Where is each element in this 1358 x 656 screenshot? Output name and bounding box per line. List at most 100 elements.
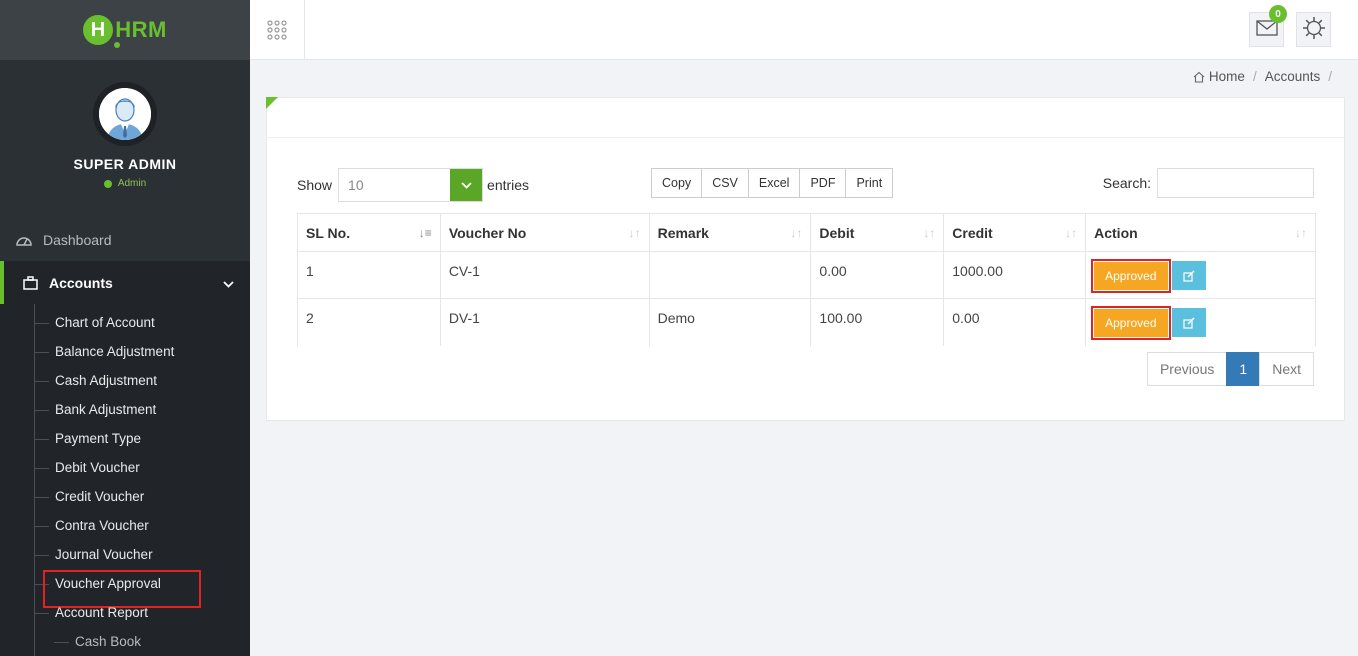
settings-button[interactable]: [1296, 12, 1331, 47]
sort-icon: ↓↑: [628, 226, 641, 240]
submenu-account-report[interactable]: Account Report: [0, 598, 250, 627]
breadcrumb-current[interactable]: Accounts: [1265, 69, 1321, 84]
column-label: Remark: [657, 224, 709, 241]
column-header-action[interactable]: Action ↓↑: [1085, 213, 1316, 252]
cell-credit: 1000.00: [943, 251, 1087, 299]
entries-select-value: 10: [348, 177, 364, 193]
role-label: Admin: [117, 178, 147, 189]
cell-action: Approved: [1085, 298, 1316, 346]
breadcrumb-separator: /: [1252, 69, 1257, 84]
show-label: Show: [297, 177, 333, 193]
gear-icon: [1302, 16, 1326, 43]
submenu-credit-voucher[interactable]: Credit Voucher: [0, 482, 250, 511]
panel-corner-accent: [266, 97, 278, 109]
chevron-down-icon: [223, 275, 234, 291]
approved-button[interactable]: Approved: [1091, 305, 1171, 340]
avatar: [93, 82, 157, 146]
column-label: Action: [1094, 224, 1138, 241]
print-button[interactable]: Print: [845, 168, 894, 198]
breadcrumb-separator: /: [1328, 69, 1332, 84]
apps-grid-icon[interactable]: [250, 0, 305, 60]
cell-credit: 0.00: [943, 298, 1087, 346]
submenu-bank-adjustment[interactable]: Bank Adjustment: [0, 395, 250, 424]
profile-name: SUPER ADMIN: [73, 156, 177, 172]
page-1-button[interactable]: 1: [1226, 352, 1261, 386]
logo-mark: H: [83, 15, 121, 48]
sidebar-item-label: Accounts: [49, 274, 113, 291]
logo-bar: H HRM: [0, 0, 250, 60]
cell-debit: 100.00: [810, 298, 945, 346]
avatar-icon: [99, 88, 151, 140]
column-header-debit[interactable]: Debit ↓↑: [810, 213, 945, 252]
edit-button[interactable]: [1171, 261, 1206, 290]
sort-icon: ↓↑: [1065, 226, 1078, 240]
submenu-journal-voucher[interactable]: Journal Voucher: [0, 540, 250, 569]
edit-button[interactable]: [1171, 308, 1206, 337]
next-page-button[interactable]: Next: [1259, 352, 1314, 386]
sort-asc-icon: ↓≡: [418, 226, 432, 240]
accounts-submenu: Chart of Account Balance Adjustment Cash…: [0, 304, 250, 656]
submenu-voucher-approval[interactable]: Voucher Approval: [0, 569, 250, 608]
sidebar-item-accounts[interactable]: Accounts: [0, 261, 250, 304]
home-icon: [1193, 71, 1205, 83]
chevron-down-icon[interactable]: [450, 169, 483, 201]
cell-action: Approved: [1085, 251, 1316, 299]
sidebar: H HRM SUPER ADMIN Admin Dashboard Accoun…: [0, 0, 250, 656]
mail-button[interactable]: 0: [1249, 5, 1287, 47]
submenu-chart-of-account[interactable]: Chart of Account: [0, 308, 250, 337]
column-label: Debit: [819, 224, 855, 241]
search-input[interactable]: [1157, 168, 1314, 198]
column-label: Voucher No: [448, 224, 527, 241]
user-profile: SUPER ADMIN Admin: [0, 60, 250, 189]
column-label: SL No.: [306, 224, 351, 241]
column-label: Credit: [952, 224, 993, 241]
profile-role: Admin: [0, 178, 250, 189]
search-label: Search:: [1102, 175, 1151, 191]
submenu-balance-adjustment[interactable]: Balance Adjustment: [0, 337, 250, 366]
column-header-remark[interactable]: Remark ↓↑: [648, 213, 812, 252]
breadcrumb: Home / Accounts /: [1193, 69, 1340, 84]
submenu-contra-voucher[interactable]: Contra Voucher: [0, 511, 250, 540]
briefcase-icon: [20, 275, 40, 290]
online-status-dot: [103, 179, 112, 188]
table-row: 2 DV-1 Demo 100.00 0.00 Approved: [297, 298, 1316, 346]
entries-label: entries: [487, 177, 530, 193]
pdf-button[interactable]: PDF: [799, 168, 847, 198]
cell-debit: 0.00: [810, 251, 945, 299]
cell-remark: [648, 251, 812, 299]
submenu-cash-book[interactable]: Cash Book: [0, 627, 250, 656]
submenu-debit-voucher[interactable]: Debit Voucher: [0, 453, 250, 482]
column-header-sl[interactable]: SL No. ↓≡: [297, 213, 441, 252]
action-group: Approved: [1091, 258, 1315, 293]
column-header-credit[interactable]: Credit ↓↑: [943, 213, 1087, 252]
entries-select[interactable]: 10: [338, 168, 484, 202]
table-header-row: SL No. ↓≡ Voucher No ↓↑ Remark ↓↑ Debit ↓↑ C…: [297, 213, 1316, 252]
topbar: 0: [250, 0, 1358, 60]
submenu-cash-adjustment[interactable]: Cash Adjustment: [0, 366, 250, 395]
mail-count-badge: 0: [1269, 5, 1287, 23]
dashboard-icon: [14, 234, 34, 246]
edit-icon: [1182, 316, 1195, 329]
cell-voucher: CV-1: [439, 251, 650, 299]
column-header-voucher[interactable]: Voucher No ↓↑: [439, 213, 650, 252]
cell-sl: 2: [297, 298, 441, 346]
entries-length-control: Show 10 entries: [297, 168, 529, 202]
voucher-table: SL No. ↓≡ Voucher No ↓↑ Remark ↓↑ Debit ↓↑ C…: [297, 213, 1316, 346]
previous-page-button[interactable]: Previous: [1146, 352, 1228, 386]
cell-remark: Demo: [648, 298, 812, 346]
sidebar-item-dashboard[interactable]: Dashboard: [0, 218, 250, 261]
csv-button[interactable]: CSV: [701, 168, 749, 198]
logo-text: HRM: [115, 17, 167, 42]
breadcrumb-home[interactable]: Home: [1209, 69, 1245, 84]
table-row: 1 CV-1 0.00 1000.00 Approved: [297, 251, 1316, 299]
panel-header: [266, 97, 1344, 138]
excel-button[interactable]: Excel: [747, 168, 801, 198]
copy-button[interactable]: Copy: [651, 168, 703, 198]
submenu-payment-type[interactable]: Payment Type: [0, 424, 250, 453]
sidebar-nav: Dashboard Accounts Chart of Account Bala…: [0, 218, 250, 656]
app-logo[interactable]: H HRM: [83, 15, 167, 48]
table-search: Search:: [1103, 168, 1314, 198]
edit-icon: [1182, 269, 1195, 282]
sort-icon: ↓↑: [1295, 226, 1307, 240]
approved-button[interactable]: Approved: [1091, 258, 1171, 293]
